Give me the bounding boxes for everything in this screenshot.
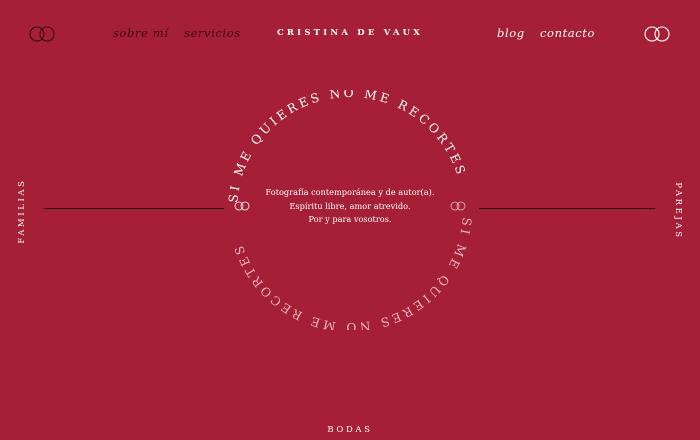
circle-ring-mark-left bbox=[234, 201, 250, 211]
circle-ring-mark-right bbox=[450, 201, 466, 211]
link-parejas[interactable]: PAREJAS bbox=[672, 182, 684, 239]
nav-blog[interactable]: blog bbox=[497, 25, 525, 41]
landing-page: sobre mí servicios CRISTINA DE VAUX blog… bbox=[0, 0, 700, 440]
rings-icon[interactable] bbox=[641, 25, 673, 43]
tagline-line: Por y para vosotros. bbox=[308, 214, 392, 224]
circle-text-bottom: SI ME QUIERES NO ME RECORTES bbox=[231, 217, 474, 330]
link-familias[interactable]: FAMILIAS bbox=[16, 178, 28, 243]
tagline-line: Espíritu libre, amor atrevido. bbox=[289, 200, 411, 211]
divider-line-right bbox=[479, 208, 655, 209]
tagline-line: Fotografía contemporánea y de autor(a). bbox=[265, 187, 435, 197]
divider-line-left bbox=[44, 208, 224, 209]
tagline: Fotografía contemporánea y de autor(a). … bbox=[250, 186, 450, 227]
nav-contacto[interactable]: contacto bbox=[540, 25, 595, 41]
link-bodas[interactable]: BODAS bbox=[0, 424, 700, 436]
